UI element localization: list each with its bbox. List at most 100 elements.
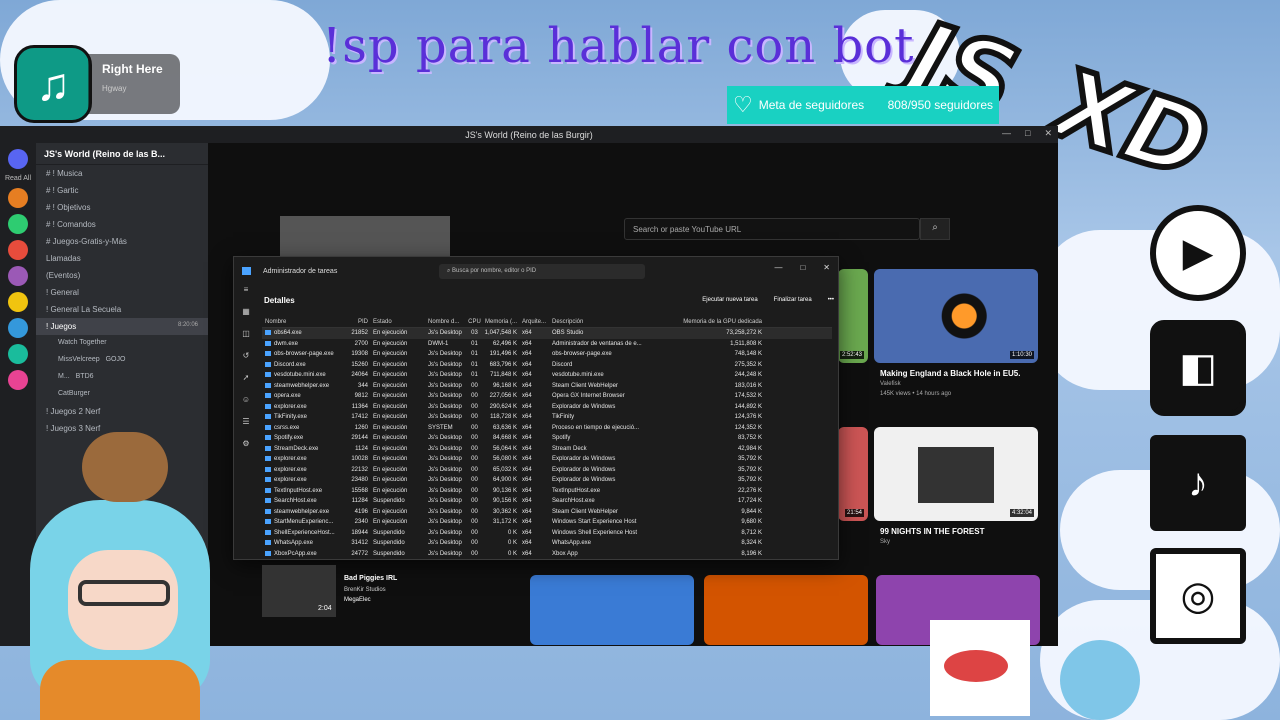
table-row[interactable]: steamwebhelper.exe 344 En ejecución Js's De… [262, 381, 832, 392]
column-header[interactable]: PID [342, 317, 370, 327]
table-row[interactable]: StreamDeck.exe 1124 En ejecución Js's Deskt… [262, 444, 832, 455]
heart-icon: ♡ [733, 92, 753, 117]
channel-item[interactable]: # ! Objetivos [36, 199, 208, 216]
process-icon [265, 330, 271, 335]
column-header[interactable]: Nombre [262, 317, 342, 327]
server-icon[interactable] [8, 344, 28, 364]
video-channel[interactable]: Sky [880, 539, 890, 545]
discord-home-icon[interactable] [8, 149, 28, 169]
table-row[interactable]: dwm.exe 2700 En ejecución DWM-1 01 62,496 K x6… [262, 339, 832, 350]
table-row[interactable]: TikFinity.exe 17412 En ejecución Js's Deskt… [262, 412, 832, 423]
youtube-search-input[interactable]: Search or paste YouTube URL [624, 218, 920, 240]
table-cell: Js's Desktop [428, 456, 462, 462]
server-icon[interactable] [8, 266, 28, 286]
channel-item[interactable]: # ! Comandos [36, 216, 208, 233]
hamburger-menu-icon[interactable]: ≡ [234, 285, 258, 307]
video-channel[interactable]: Valefisk [880, 381, 901, 387]
channel-item[interactable]: # ! Musica [36, 165, 208, 182]
video-thumbnail[interactable]: 2:52:43 [838, 269, 868, 363]
column-header[interactable]: CPU [465, 317, 481, 327]
end-task-button[interactable]: Finalizar tarea [774, 297, 812, 303]
close-icon[interactable]: ✕ [823, 263, 830, 272]
minimize-icon[interactable]: — [1002, 128, 1011, 139]
table-row[interactable]: ShellExperienceHost... 18944 Suspendido Js'… [262, 528, 832, 539]
run-new-task-button[interactable]: Ejecutar nueva tarea [702, 297, 757, 303]
table-row[interactable]: Discord.exe 15260 En ejecución Js's Desktop… [262, 360, 832, 371]
maximize-icon[interactable]: □ [1025, 128, 1030, 139]
table-cell: Stream Deck [552, 445, 587, 452]
server-icon[interactable] [8, 292, 28, 312]
services-icon[interactable]: ⚙ [234, 439, 258, 461]
channel-item[interactable]: # Juegos-Gratis-y-Más [36, 233, 208, 250]
table-row[interactable]: SearchHost.exe 11284 Suspendido Js's Deskto… [262, 496, 832, 507]
channel-item[interactable]: (Eventos) [36, 267, 208, 284]
server-icon[interactable] [8, 214, 28, 234]
column-header[interactable]: Descripción [549, 317, 659, 327]
voice-channel[interactable]: ! General La Secuela [36, 301, 208, 318]
table-row[interactable]: TextInputHost.exe 15568 En ejecución Js's D… [262, 486, 832, 497]
voice-user[interactable]: MissVelcreep GOJO [36, 352, 208, 369]
table-cell: En ejecución [373, 382, 408, 389]
mini-player[interactable]: 2:04 Bad Piggies IRL BrenKir Studios Meg… [262, 565, 498, 625]
server-icon[interactable] [8, 240, 28, 260]
table-cell: En ejecución [373, 403, 408, 410]
video-thumbnail[interactable]: 1:10:30 [874, 269, 1038, 363]
video-thumbnail[interactable] [530, 575, 694, 645]
table-row[interactable]: explorer.exe 10028 En ejecución Js's Deskto… [262, 454, 832, 465]
table-row[interactable]: StartMenuExperienc... 2340 En ejecución Js'… [262, 517, 832, 528]
guild-name[interactable]: JS's World (Reino de las B... [36, 143, 208, 165]
video-title[interactable]: Making England a Black Hole in EU5. [880, 369, 1020, 378]
voice-channel[interactable]: ! General [36, 284, 208, 301]
tiktok-icon: ♪ [1150, 435, 1246, 531]
table-row[interactable]: obs64.exe 21852 En ejecución Js's Desktop 03… [262, 328, 832, 339]
column-header[interactable]: Memoria (... [481, 317, 519, 327]
video-thumbnail[interactable] [704, 575, 868, 645]
minimize-icon[interactable]: — [774, 263, 782, 272]
processes-icon[interactable]: ▦ [234, 307, 258, 329]
users-icon[interactable]: ☺ [234, 395, 258, 417]
table-row[interactable]: obs-browser-page.exe 19308 En ejecución Js'… [262, 349, 832, 360]
column-header[interactable]: Estado [370, 317, 425, 327]
table-cell: x64 [522, 435, 532, 441]
table-cell: 01 [471, 340, 478, 347]
more-options-icon[interactable]: ••• [828, 297, 834, 303]
table-row[interactable]: opera.exe 9812 En ejecución Js's Desktop 00 2… [262, 391, 832, 402]
startup-apps-icon[interactable]: ➚ [234, 373, 258, 395]
app-history-icon[interactable]: ↺ [234, 351, 258, 373]
table-row[interactable]: XboxPcApp.exe 24772 Suspendido Js's Desktop… [262, 549, 832, 558]
performance-icon[interactable]: ◫ [234, 329, 258, 351]
read-all-label[interactable]: Read All [0, 175, 36, 182]
server-icon[interactable] [8, 318, 28, 338]
voice-user[interactable]: M... BTD6 [36, 369, 208, 386]
column-header[interactable]: Arquite... [519, 317, 549, 327]
table-row[interactable]: explorer.exe 22132 En ejecución Js's Deskto… [262, 465, 832, 476]
channel-item[interactable]: # ! Gartic [36, 182, 208, 199]
table-row[interactable]: steamwebhelper.exe 4196 En ejecución Js's D… [262, 507, 832, 518]
column-header[interactable]: Memoria de la GPU dedicada [659, 317, 766, 327]
search-icon[interactable]: ⌕ [920, 218, 950, 240]
close-icon[interactable]: ✕ [1044, 128, 1052, 139]
column-header[interactable]: Nombre d... [425, 317, 465, 327]
category-llamadas[interactable]: Llamadas [36, 250, 208, 267]
table-row[interactable]: explorer.exe 23480 En ejecución Js's Deskto… [262, 475, 832, 486]
server-icon[interactable] [8, 188, 28, 208]
process-search-input[interactable]: ⌕ Busca por nombre, editor o PID [439, 264, 645, 279]
voice-channel[interactable]: ! Juegos 2 Nerf [36, 403, 208, 420]
video-thumbnail[interactable]: 4:32:04 [874, 427, 1038, 521]
table-row[interactable]: explorer.exe 11364 En ejecución Js's Deskto… [262, 402, 832, 413]
voice-channel-active[interactable]: ! Juegos 8:20:06 [36, 318, 208, 335]
voice-user[interactable]: CatBurger [36, 386, 208, 403]
process-icon [265, 487, 271, 493]
maximize-icon[interactable]: □ [800, 263, 805, 272]
table-cell: Steam Client WebHelper [552, 508, 618, 515]
video-title[interactable]: 99 NIGHTS IN THE FOREST [880, 527, 984, 536]
details-icon[interactable]: ☰ [234, 417, 258, 439]
table-cell: 22,276 K [737, 487, 762, 494]
table-cell: Js's Desktop [428, 508, 462, 515]
table-row[interactable]: Spotify.exe 29144 En ejecución Js's Desktop… [262, 433, 832, 444]
table-row[interactable]: csrss.exe 1260 En ejecución SYSTEM 00 63,636 … [262, 423, 832, 434]
video-thumbnail[interactable]: 21:54 [838, 427, 868, 521]
table-row[interactable]: vesdotube.mini.exe 24064 En ejecución Js's … [262, 370, 832, 381]
table-row[interactable]: WhatsApp.exe 31412 Suspendido Js's Desktop 0… [262, 538, 832, 549]
server-icon[interactable] [8, 370, 28, 390]
